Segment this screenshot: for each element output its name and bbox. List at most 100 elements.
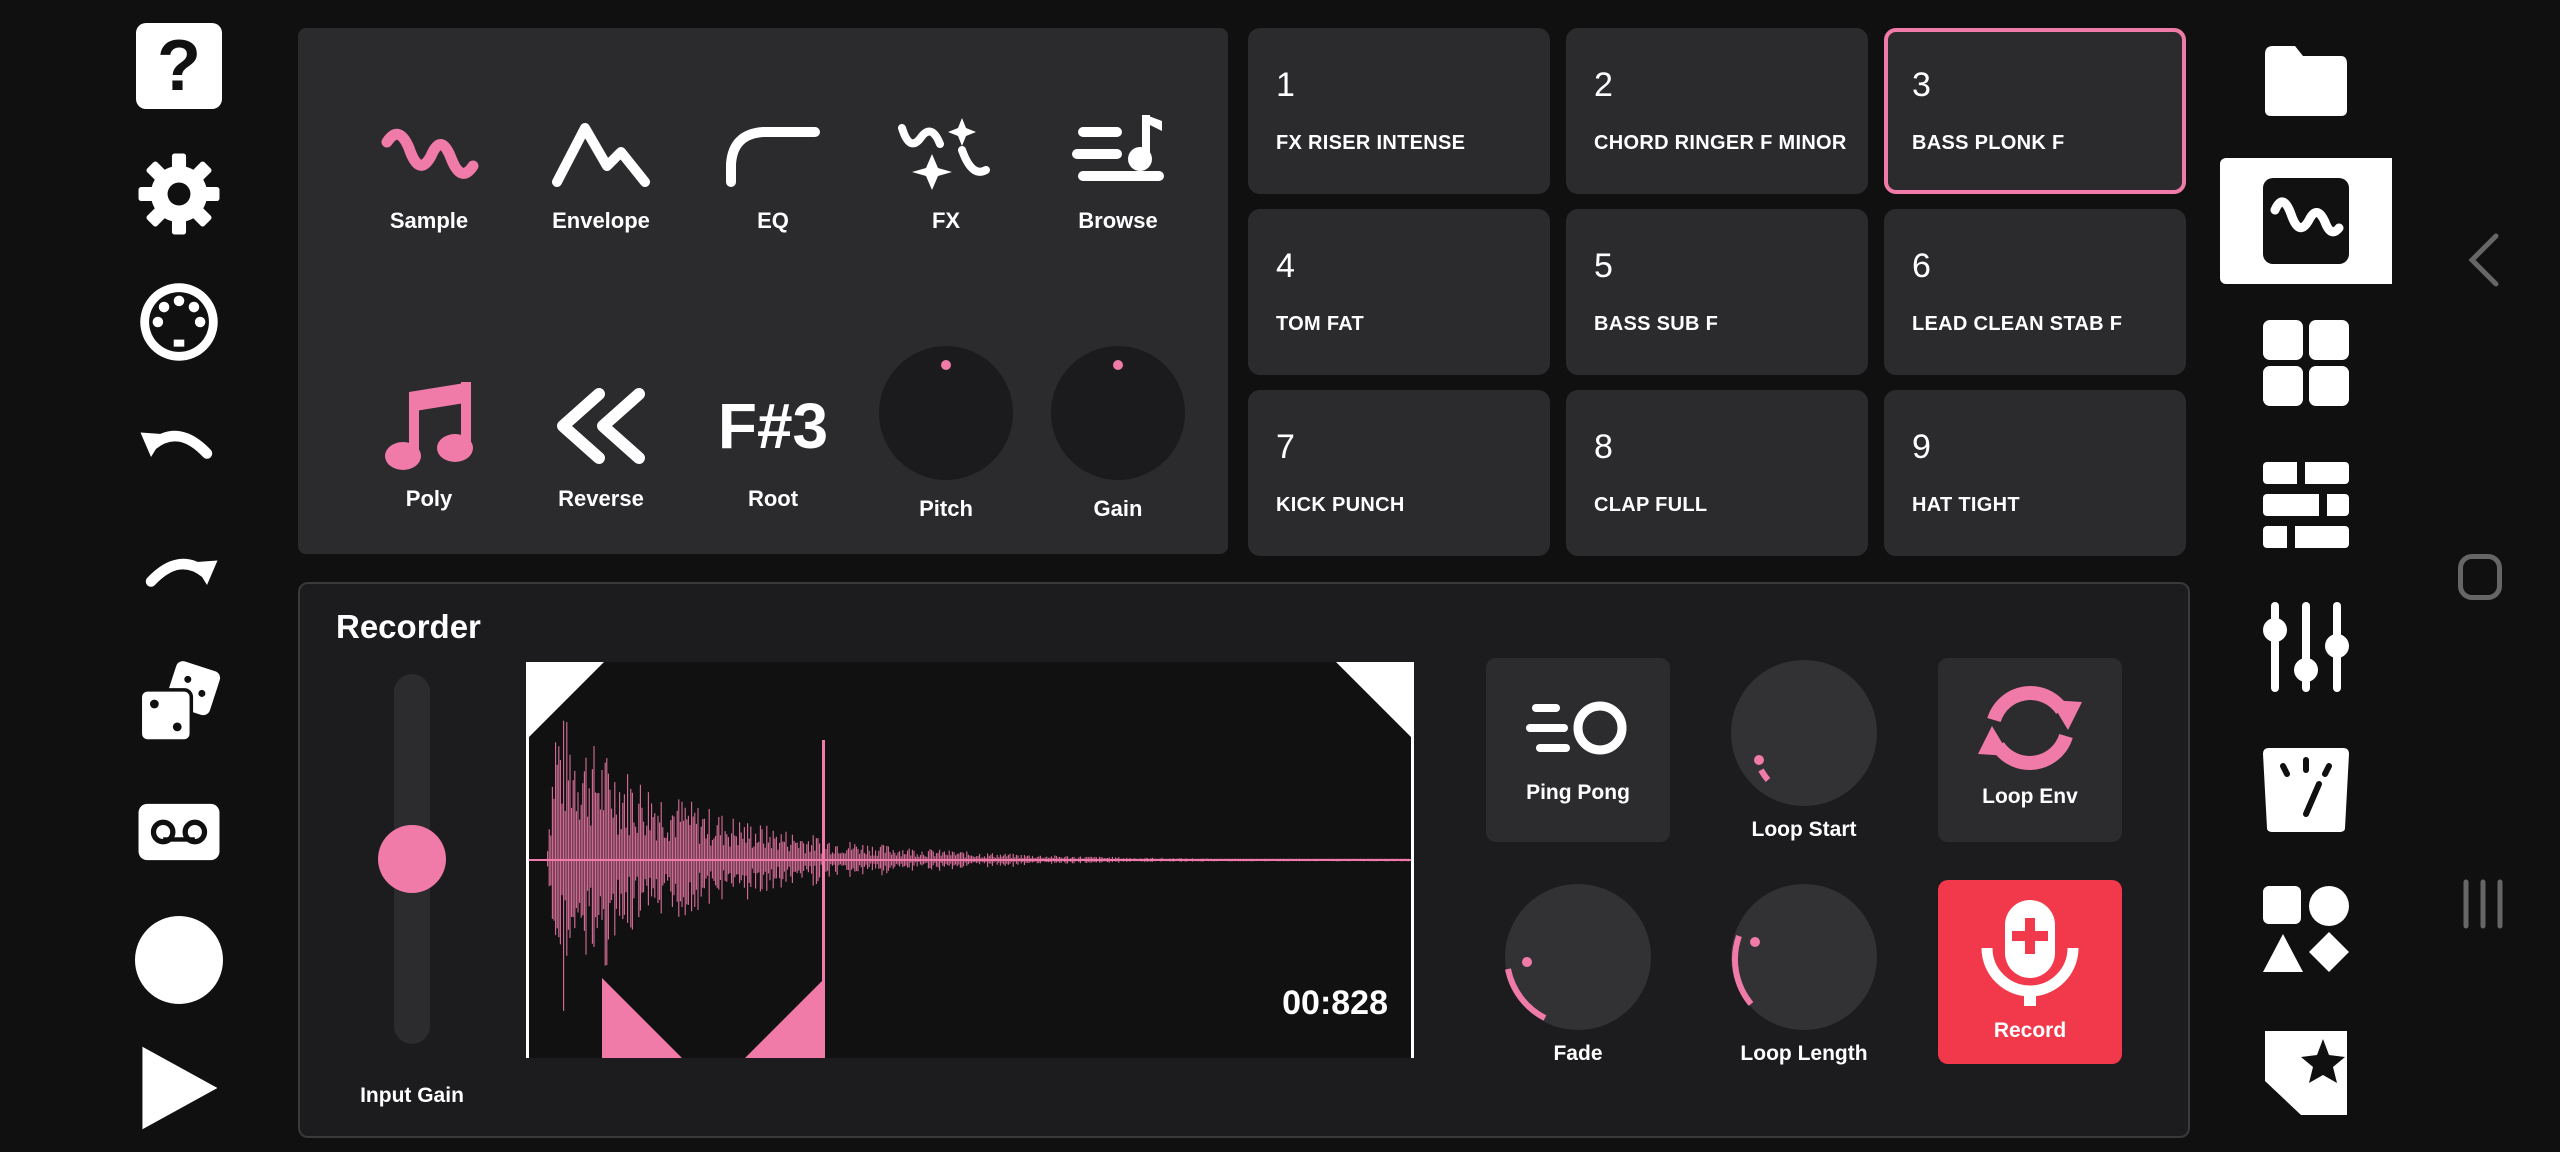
home-nav-icon[interactable] bbox=[2458, 554, 2502, 600]
midi-button[interactable] bbox=[135, 278, 223, 366]
pad-number: 8 bbox=[1594, 428, 1613, 466]
waveform-display[interactable]: 00:828 bbox=[526, 662, 1414, 1058]
redo-button[interactable] bbox=[135, 534, 223, 622]
record-button[interactable]: Record bbox=[1938, 880, 2122, 1064]
input-gain-label: Input Gain bbox=[360, 1084, 464, 1107]
root-tool-label: Root bbox=[747, 486, 799, 511]
reverse-tool[interactable]: Reverse bbox=[516, 366, 686, 512]
eq-tool-label: EQ bbox=[757, 208, 789, 233]
pad-3[interactable]: 3 BASS PLONK F bbox=[1884, 28, 2186, 194]
folder-icon bbox=[2265, 46, 2347, 116]
pad-number: 2 bbox=[1594, 66, 1613, 104]
loop-env-icon bbox=[1978, 686, 2082, 770]
mixer-button[interactable] bbox=[2220, 584, 2392, 710]
reverse-tool-label: Reverse bbox=[558, 486, 644, 511]
pads-grid-icon bbox=[2263, 320, 2349, 406]
sequencer-button[interactable] bbox=[2220, 442, 2392, 568]
loop-length-knob[interactable]: Loop Length bbox=[1712, 884, 1896, 1066]
back-nav-icon[interactable] bbox=[2464, 230, 2504, 290]
help-button[interactable]: ? bbox=[135, 22, 223, 110]
fade-knob[interactable]: Fade bbox=[1486, 884, 1670, 1066]
gain-knob-indicator bbox=[1113, 360, 1123, 370]
tempo-icon bbox=[2263, 748, 2349, 832]
pad-number: 9 bbox=[1912, 428, 1931, 466]
sample-panel: Sample Envelope EQ FX Browse Poly Revers… bbox=[298, 28, 1228, 554]
dice-button[interactable] bbox=[135, 660, 223, 748]
pad-8[interactable]: 8 CLAP FULL bbox=[1566, 390, 1868, 556]
pads-button[interactable] bbox=[2220, 300, 2392, 426]
pad-5[interactable]: 5 BASS SUB F bbox=[1566, 209, 1868, 375]
recorder-title: Recorder bbox=[336, 608, 481, 645]
shapes-icon bbox=[2263, 886, 2349, 972]
folder-button[interactable] bbox=[2220, 18, 2392, 144]
browse-tool[interactable]: Browse bbox=[1033, 98, 1203, 234]
pad-9[interactable]: 9 HAT TIGHT bbox=[1884, 390, 2186, 556]
recents-nav-icon[interactable] bbox=[2458, 876, 2508, 932]
input-gain-slider[interactable] bbox=[378, 674, 446, 1044]
envelope-tool[interactable]: Envelope bbox=[516, 98, 686, 234]
waveform-path bbox=[545, 720, 1409, 1011]
shapes-button[interactable] bbox=[2220, 866, 2392, 992]
ping-pong-button[interactable]: Ping Pong bbox=[1486, 658, 1670, 842]
tempo-button[interactable] bbox=[2220, 726, 2392, 852]
loop-length-handle[interactable] bbox=[745, 978, 825, 1058]
sticker-button[interactable] bbox=[2220, 1010, 2392, 1136]
play-button[interactable] bbox=[135, 1044, 223, 1132]
browse-tool-label: Browse bbox=[1078, 208, 1158, 233]
settings-icon bbox=[138, 153, 220, 235]
record-circle-icon bbox=[135, 916, 223, 1004]
loop-length-label: Loop Length bbox=[1740, 1042, 1868, 1065]
pitch-knob-dial[interactable] bbox=[879, 346, 1013, 480]
tape-button[interactable] bbox=[135, 788, 223, 876]
undo-button[interactable] bbox=[135, 406, 223, 494]
loop-env-button[interactable]: Loop Env bbox=[1938, 658, 2122, 842]
dice-icon bbox=[138, 661, 221, 743]
pad-4[interactable]: 4 TOM FAT bbox=[1248, 209, 1550, 375]
pad-name: LEAD CLEAN STAB F bbox=[1912, 313, 2123, 335]
pitch-knob[interactable]: Pitch bbox=[861, 346, 1031, 522]
pad-1[interactable]: 1 FX RISER INTENSE bbox=[1248, 28, 1550, 194]
gain-knob[interactable]: Gain bbox=[1033, 346, 1203, 522]
sample-editor-button[interactable] bbox=[2220, 158, 2392, 284]
pitch-knob-indicator bbox=[941, 360, 951, 370]
pad-number: 5 bbox=[1594, 247, 1613, 285]
pad-number: 6 bbox=[1912, 247, 1931, 285]
settings-button[interactable] bbox=[135, 150, 223, 238]
pad-2[interactable]: 2 CHORD RINGER F MINOR bbox=[1566, 28, 1868, 194]
loop-length-dial[interactable] bbox=[1731, 884, 1877, 1030]
root-tool[interactable]: F#3 Root bbox=[688, 366, 858, 512]
gain-knob-dial[interactable] bbox=[1051, 346, 1185, 480]
fx-tool-label: FX bbox=[931, 208, 961, 233]
input-gain-thumb[interactable] bbox=[378, 825, 446, 893]
pad-number: 1 bbox=[1276, 66, 1295, 104]
fade-dial[interactable] bbox=[1505, 884, 1651, 1030]
sample-wave-icon bbox=[2263, 178, 2349, 264]
root-note-value: F#3 bbox=[717, 390, 829, 462]
eq-icon bbox=[726, 127, 820, 187]
sample-end-handle[interactable] bbox=[1334, 662, 1414, 742]
play-icon bbox=[142, 1046, 218, 1130]
fade-label: Fade bbox=[1553, 1042, 1603, 1065]
fx-sparkle-icon bbox=[898, 118, 990, 190]
loop-start-knob[interactable]: Loop Start bbox=[1712, 660, 1896, 842]
loop-start-dial[interactable] bbox=[1731, 660, 1877, 806]
sequencer-icon bbox=[2263, 462, 2349, 548]
record-circle-button[interactable] bbox=[135, 916, 223, 1004]
sample-tool[interactable]: Sample bbox=[344, 98, 514, 234]
reverse-icon bbox=[557, 388, 645, 464]
sample-start-handle[interactable] bbox=[526, 662, 606, 742]
fx-tool[interactable]: FX bbox=[861, 98, 1031, 234]
loop-start-handle[interactable] bbox=[602, 978, 682, 1058]
sample-tool-label: Sample bbox=[389, 208, 469, 233]
eq-tool[interactable]: EQ bbox=[688, 98, 858, 234]
pad-7[interactable]: 7 KICK PUNCH bbox=[1248, 390, 1550, 556]
browse-icon bbox=[1072, 115, 1164, 181]
recording-time: 00:828 bbox=[1282, 984, 1388, 1022]
pad-6[interactable]: 6 LEAD CLEAN STAB F bbox=[1884, 209, 2186, 375]
poly-tool[interactable]: Poly bbox=[344, 366, 514, 512]
pad-name: KICK PUNCH bbox=[1276, 494, 1405, 516]
microphone-icon bbox=[1981, 900, 2079, 1006]
pad-name: TOM FAT bbox=[1276, 313, 1365, 335]
envelope-icon bbox=[552, 123, 650, 187]
poly-tool-label: Poly bbox=[405, 486, 453, 511]
